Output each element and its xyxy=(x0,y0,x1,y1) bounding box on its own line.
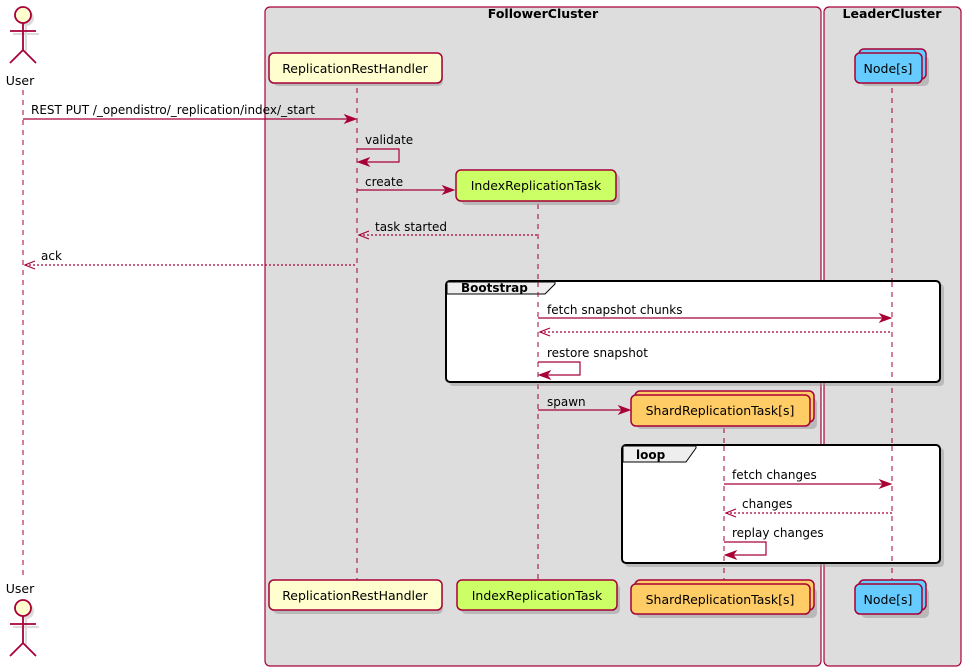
svg-text:changes: changes xyxy=(742,497,792,511)
participant-shard-task-label: ShardReplicationTask[s] xyxy=(646,403,795,418)
cluster-follower-title: FollowerCluster xyxy=(488,6,599,21)
participant-rest-handler-top: ReplicationRestHandler xyxy=(268,52,443,86)
svg-text:fetch snapshot chunks: fetch snapshot chunks xyxy=(547,303,683,317)
participant-rest-handler-label: ReplicationRestHandler xyxy=(282,61,428,76)
participant-node-bottom: Node[s] xyxy=(854,579,929,618)
actor-user-bottom-label: User xyxy=(6,581,35,596)
svg-text:task started: task started xyxy=(375,220,447,234)
actor-user-bottom: User xyxy=(6,581,39,657)
participant-index-task-label: IndexReplicationTask xyxy=(471,178,602,193)
participant-node-top: Node[s] xyxy=(854,48,929,86)
actor-head-icon xyxy=(14,599,32,617)
participant-node-label: Node[s] xyxy=(864,61,913,76)
svg-text:ack: ack xyxy=(41,249,62,263)
svg-text:Node[s]: Node[s] xyxy=(864,592,913,607)
svg-text:replay changes: replay changes xyxy=(732,526,824,540)
actor-head-icon xyxy=(14,6,32,24)
svg-text:restore snapshot: restore snapshot xyxy=(547,346,648,360)
group-bootstrap: Bootstrap xyxy=(445,280,944,386)
svg-text:create: create xyxy=(365,175,403,189)
svg-text:validate: validate xyxy=(365,133,413,147)
actor-user-top: User xyxy=(6,6,39,88)
svg-text:fetch changes: fetch changes xyxy=(732,468,817,482)
participant-index-task-created: IndexReplicationTask xyxy=(455,169,620,205)
actor-user-label: User xyxy=(6,73,35,88)
participant-shard-task-created: ShardReplicationTask[s] xyxy=(630,390,817,429)
participant-index-task-bottom: IndexReplicationTask xyxy=(456,579,620,614)
participant-shard-task-bottom: ShardReplicationTask[s] xyxy=(630,579,817,618)
svg-text:ShardReplicationTask[s]: ShardReplicationTask[s] xyxy=(646,592,795,607)
sequence-diagram: FollowerCluster LeaderCluster User Repli… xyxy=(6,6,962,667)
svg-text:spawn: spawn xyxy=(547,395,586,409)
participant-rest-handler-bottom: ReplicationRestHandler xyxy=(268,579,443,614)
group-loop-label: loop xyxy=(636,448,666,462)
svg-text:IndexReplicationTask: IndexReplicationTask xyxy=(472,588,603,603)
cluster-leader-title: LeaderCluster xyxy=(843,6,943,21)
group-bootstrap-label: Bootstrap xyxy=(461,281,528,295)
svg-text:ReplicationRestHandler: ReplicationRestHandler xyxy=(282,588,428,603)
svg-text:REST PUT /_opendistro/_replica: REST PUT /_opendistro/_replication/index… xyxy=(31,103,315,117)
